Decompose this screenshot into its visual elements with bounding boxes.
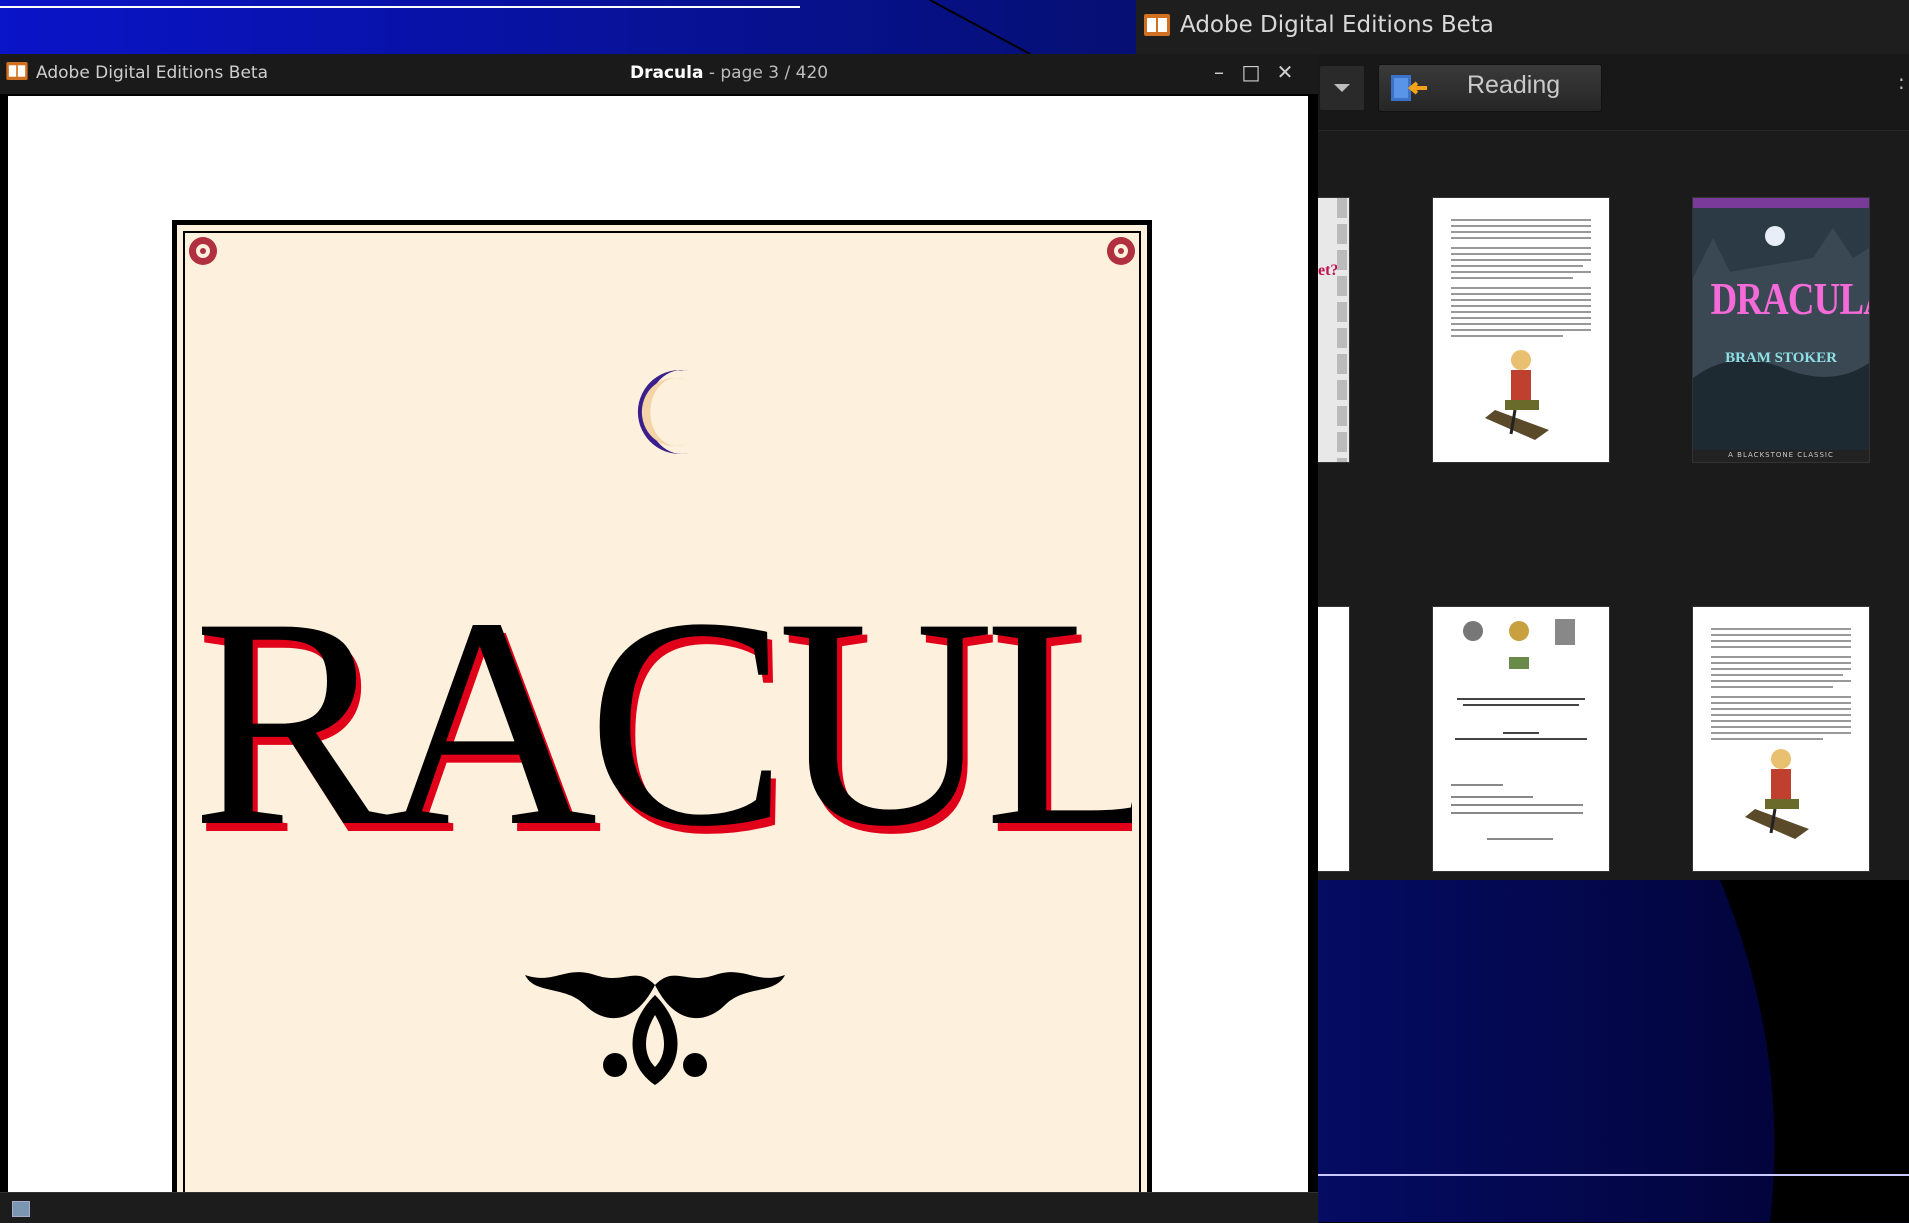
book-title: DRACULA DRACULA <box>202 556 1132 865</box>
dracula-cover-image <box>1693 198 1869 462</box>
library-dropdown-button[interactable] <box>1320 66 1364 110</box>
reader-window: Adobe Digital Editions Beta Dracula - pa… <box>0 54 1318 1223</box>
app-book-icon <box>6 62 28 80</box>
maximize-button[interactable]: □ <box>1238 60 1264 84</box>
page-prefix: - page <box>703 63 769 83</box>
page-total: 420 <box>795 63 829 83</box>
panel-toggle-icon[interactable] <box>12 1201 30 1217</box>
partial-cover-text: et? <box>1318 262 1339 279</box>
cover-subtitle: A BLACKSTONE CLASSIC <box>1728 451 1834 459</box>
reading-icon <box>1391 75 1427 101</box>
text-page-preview <box>1451 219 1591 440</box>
text-page-preview <box>1711 628 1851 839</box>
close-button[interactable]: ✕ <box>1272 60 1298 84</box>
more-options-icon[interactable]: : <box>1898 70 1905 94</box>
floral-ornament-icon <box>525 972 785 1085</box>
document-title: Dracula <box>630 63 704 83</box>
minimize-button[interactable]: – <box>1206 60 1232 84</box>
app-book-icon <box>1144 14 1170 36</box>
book-thumbnail[interactable] <box>1433 607 1609 871</box>
cover-author: BRAM STOKER <box>1725 350 1837 366</box>
book-cover-dracula[interactable]: DRACULA BRAM STOKER A BLACKSTONE CLASSIC <box>1693 198 1869 462</box>
reader-statusbar <box>0 1192 1318 1223</box>
reader-titlebar[interactable]: Adobe Digital Editions Beta Dracula - pa… <box>0 54 1318 94</box>
page-current: 3 <box>768 63 780 83</box>
reading-button-label: Reading <box>1467 71 1561 99</box>
book-thumbnail-partial[interactable]: et? <box>1318 198 1349 462</box>
chevron-down-icon <box>1334 84 1350 92</box>
book-thumbnail[interactable] <box>1693 607 1869 871</box>
rosette-ornament-icon <box>1107 237 1135 265</box>
crescent-moon-icon <box>637 370 689 454</box>
reading-button[interactable]: Reading <box>1378 64 1602 112</box>
title-text: DRACULA <box>202 556 1132 865</box>
book-thumbnail-partial[interactable] <box>1318 607 1349 871</box>
document-title-and-page: Dracula - page 3 / 420 <box>630 63 828 83</box>
rosette-ornament-icon <box>189 237 217 265</box>
reading-pane[interactable]: DRACULA DRACULA <box>8 96 1308 1194</box>
library-window-title: Adobe Digital Editions Beta <box>1180 12 1494 38</box>
book-thumbnail[interactable] <box>1433 198 1609 462</box>
document-page-preview <box>1451 619 1587 840</box>
cover-title: DRACULA <box>1710 273 1869 324</box>
reader-app-title: Adobe Digital Editions Beta <box>36 63 268 83</box>
page-separator: / <box>779 63 796 83</box>
book-title-page: DRACULA DRACULA <box>172 220 1152 1194</box>
